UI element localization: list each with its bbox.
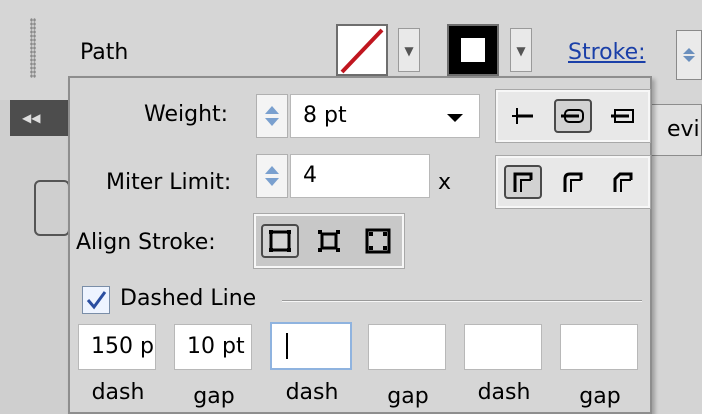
panel-collapse-tab[interactable]: ◀◀	[10, 100, 70, 136]
join-button-group	[495, 155, 651, 209]
stroke-swatch[interactable]	[447, 24, 499, 76]
weight-value: 8 pt	[303, 103, 347, 128]
miter-join-icon	[513, 172, 533, 192]
stroke-dropdown-arrow[interactable]: ▼	[510, 28, 532, 72]
fill-dropdown-arrow[interactable]: ▼	[398, 28, 420, 72]
align-button-group	[253, 213, 405, 269]
dashed-line-checkbox[interactable]	[82, 286, 110, 314]
stroke-weight-spinner[interactable]	[676, 30, 702, 80]
stroke-panel: Weight: 8 pt Miter Limit: 4 x Align Stro…	[68, 76, 652, 414]
dash-3-input[interactable]	[464, 324, 542, 370]
round-join-icon	[563, 172, 583, 192]
align-outside-icon	[365, 228, 391, 254]
text-cursor	[286, 333, 288, 359]
gap-2-label: gap	[387, 384, 429, 409]
dash-1-input[interactable]: 150 p	[78, 324, 156, 370]
stroke-panel-link[interactable]: Stroke:	[568, 40, 646, 65]
dash-1-label: dash	[91, 380, 145, 405]
miter-limit-unit: x	[438, 170, 452, 195]
align-inside-icon	[317, 230, 340, 252]
bevel-join-icon	[613, 172, 633, 192]
grip-handle[interactable]	[30, 18, 36, 78]
no-fill-slash-icon	[340, 28, 384, 74]
tools-panel	[0, 100, 68, 414]
align-stroke-label: Align Stroke:	[76, 230, 216, 255]
cap-button-group	[495, 89, 651, 143]
projecting-cap-icon	[611, 109, 634, 123]
miter-join-button[interactable]	[504, 165, 542, 199]
collapse-left-icon: ◀◀	[22, 111, 41, 125]
spin-up-icon	[683, 48, 695, 54]
fill-swatch[interactable]	[336, 24, 388, 76]
spin-up-icon	[265, 166, 279, 174]
background-button[interactable]: evi	[646, 104, 702, 156]
gap-2-input[interactable]	[368, 324, 446, 370]
projecting-cap-button[interactable]	[604, 99, 642, 133]
gap-3-input[interactable]	[560, 324, 638, 370]
align-outside-button[interactable]	[359, 224, 397, 258]
spin-down-icon	[265, 178, 279, 186]
section-divider	[282, 300, 642, 302]
gap-1-label: gap	[193, 384, 235, 409]
stroke-swatch-inner	[461, 38, 485, 62]
round-cap-button[interactable]	[554, 99, 592, 133]
dash-2-input[interactable]	[270, 322, 352, 370]
tool-button[interactable]	[34, 180, 70, 236]
object-type-label: Path	[80, 40, 129, 65]
round-join-button[interactable]	[554, 165, 592, 199]
butt-cap-button[interactable]	[504, 99, 542, 133]
miter-limit-label: Miter Limit:	[106, 170, 232, 195]
gap-3-label: gap	[579, 384, 621, 409]
round-cap-icon	[561, 109, 584, 123]
dash-2-label: dash	[285, 380, 339, 405]
spin-down-icon	[683, 56, 695, 62]
butt-cap-icon	[512, 108, 533, 124]
align-center-button[interactable]	[261, 224, 300, 258]
align-center-icon	[269, 230, 292, 252]
gap-1-input[interactable]: 10 pt	[174, 324, 252, 370]
weight-spinner[interactable]	[256, 94, 288, 138]
bevel-join-button[interactable]	[604, 165, 642, 199]
dash-3-label: dash	[477, 380, 531, 405]
chevron-down-icon[interactable]	[447, 114, 463, 122]
miter-limit-value: 4	[303, 163, 317, 188]
weight-combobox[interactable]: 8 pt	[290, 94, 480, 138]
spin-up-icon	[265, 106, 279, 114]
weight-label: Weight:	[144, 102, 229, 127]
align-inside-button[interactable]	[310, 224, 348, 258]
miter-limit-input[interactable]: 4	[290, 154, 430, 198]
spin-down-icon	[265, 118, 279, 126]
miter-limit-spinner[interactable]	[256, 154, 288, 198]
dashed-line-label: Dashed Line	[120, 286, 257, 311]
checkmark-icon	[86, 291, 107, 310]
